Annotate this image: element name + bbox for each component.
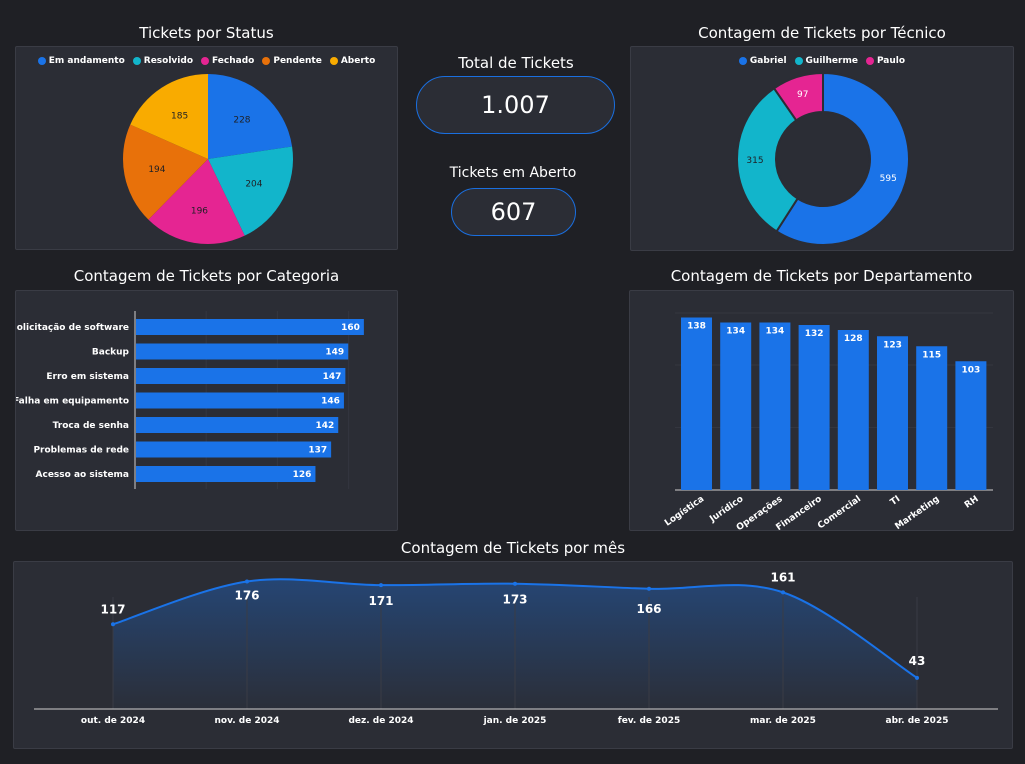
mes-data-label: 166	[636, 602, 661, 616]
departamento-bar-chart: 138Logística134Jurídico134Operações132Fi…	[663, 312, 993, 530]
open-tickets-label: Tickets em Aberto	[449, 165, 577, 181]
mes-tick-label: mar. de 2025	[750, 716, 816, 726]
departamento-tick-label: Jurídico	[707, 494, 745, 525]
departamento-bar-rh	[955, 361, 987, 490]
mes-data-label: 171	[368, 594, 393, 608]
status-slice-label: 204	[245, 179, 262, 189]
categoria-bar-erro-em-sistema	[136, 368, 346, 384]
total-tickets-value: 1.007	[416, 76, 615, 134]
departamento-data-label: 138	[687, 322, 706, 332]
mes-area-chart: 117 out. de 2024 176 nov. de 2024 171 dez. de…	[34, 570, 998, 726]
tecnico-slice-label: 97	[797, 90, 808, 100]
mes-point	[513, 581, 517, 586]
status-slice-label: 196	[191, 206, 208, 216]
mes-point	[379, 583, 383, 588]
departamento-chart-panel: 138 Logística 134 Jurídico 134 Operações 132 Fi…	[629, 290, 1014, 531]
departamento-tick-label: Marketing	[893, 494, 941, 530]
categoria-chart-title: Contagem de Tickets por Categoria	[73, 267, 340, 285]
mes-tick-label: jan. de 2025	[483, 716, 547, 726]
departamento-bar-comercial	[837, 330, 869, 490]
categoria-tick-label: Backup	[92, 348, 130, 358]
departamento-bar-operacoes	[759, 322, 791, 490]
mes-data-label: 176	[234, 589, 259, 603]
status-slice-label: 228	[233, 116, 250, 126]
mes-tick-label: abr. de 2025	[886, 716, 949, 726]
categoria-data-label: 147	[323, 372, 342, 382]
categoria-bar-falha-em-equipamento	[136, 392, 344, 409]
mes-tick-label: out. de 2024	[81, 716, 145, 726]
open-tickets-value: 607	[451, 188, 576, 236]
mes-data-label: 161	[770, 570, 795, 584]
tecnico-slice-label: 315	[746, 156, 763, 166]
mes-data-label: 173	[502, 593, 527, 607]
categoria-bar-problemas-de-rede	[136, 441, 332, 458]
categoria-tick-label: Falha em equipamento	[16, 397, 129, 407]
categoria-tick-label: Acesso ao sistema	[36, 470, 129, 480]
categoria-bar-troca-de-senha	[136, 417, 339, 433]
departamento-bar-marketing	[916, 346, 948, 490]
departamento-data-label: 134	[766, 327, 785, 337]
categoria-tick-label: Erro em sistema	[46, 372, 129, 382]
mes-chart-panel: 117 out. de 2024 176 nov. de 2024 171 dez. de…	[13, 561, 1013, 749]
categoria-bar-backup	[136, 343, 349, 360]
mes-data-label: 117	[100, 602, 125, 616]
departamento-data-label: 115	[922, 350, 941, 360]
departamento-data-label: 103	[962, 365, 981, 375]
categoria-data-label: 146	[321, 397, 340, 407]
mes-data-label: 43	[909, 654, 926, 668]
departamento-tick-label: TI	[889, 494, 903, 508]
mes-point	[245, 579, 249, 584]
departamento-tick-label: RH	[963, 494, 981, 510]
status-slice-label: 185	[171, 111, 188, 121]
departamento-bar-financeiro	[798, 325, 830, 490]
categoria-chart-panel: Solicitação de software 160 Backup 149 Erro …	[15, 290, 398, 531]
tecnico-chart-title: Contagem de Tickets por Técnico	[698, 24, 946, 42]
total-tickets-label: Total de Tickets	[458, 54, 574, 72]
mes-point	[647, 586, 651, 591]
categoria-bar-chart: Solicitação de software 160 Backup 149 Erro …	[16, 311, 364, 489]
mes-point	[915, 675, 919, 680]
categoria-tick-label: Troca de senha	[53, 421, 129, 431]
categoria-bar-solicitacao-de-software	[136, 319, 364, 335]
categoria-data-label: 160	[341, 323, 360, 333]
tecnico-chart-panel: Gabriel Guilherme Paulo 595 315 97	[630, 46, 1014, 251]
departamento-data-label: 128	[844, 334, 863, 344]
categoria-data-label: 142	[315, 421, 334, 431]
departamento-bar-logistica	[681, 317, 712, 490]
mes-point	[111, 622, 115, 627]
categoria-data-label: 149	[325, 348, 344, 358]
status-chart-panel: Em andamento Resolvido Fechado Pendente Aber…	[15, 46, 398, 250]
categoria-data-label: 137	[308, 446, 327, 456]
status-pie-chart: 228 204 196 194 185	[123, 74, 293, 244]
departamento-data-label: 132	[805, 329, 824, 339]
mes-tick-label: nov. de 2024	[214, 716, 279, 726]
departamento-bar-juridico	[720, 322, 752, 490]
mes-tick-label: dez. de 2024	[348, 716, 413, 726]
categoria-tick-label: Problemas de rede	[33, 446, 129, 456]
tecnico-slice-label: 595	[880, 174, 897, 184]
categoria-tick-label: Solicitação de software	[16, 323, 129, 333]
mes-point	[781, 590, 785, 595]
departamento-tick-label: Comercial	[816, 494, 863, 530]
status-chart-title: Tickets por Status	[139, 24, 274, 42]
categoria-data-label: 126	[293, 470, 312, 480]
categoria-bar-acesso-ao-sistema	[136, 466, 316, 482]
departamento-chart-title: Contagem de Tickets por Departamento	[670, 267, 973, 285]
departamento-data-label: 134	[726, 327, 745, 337]
status-slice-label: 194	[148, 165, 165, 175]
tecnico-donut-chart: 595 315 97	[736, 71, 910, 246]
departamento-bar-ti	[877, 336, 908, 490]
mes-tick-label: fev. de 2025	[618, 716, 680, 726]
mes-chart-title: Contagem de Tickets por mês	[400, 539, 626, 557]
departamento-data-label: 123	[883, 340, 902, 350]
departamento-tick-label: Logística	[663, 494, 706, 528]
